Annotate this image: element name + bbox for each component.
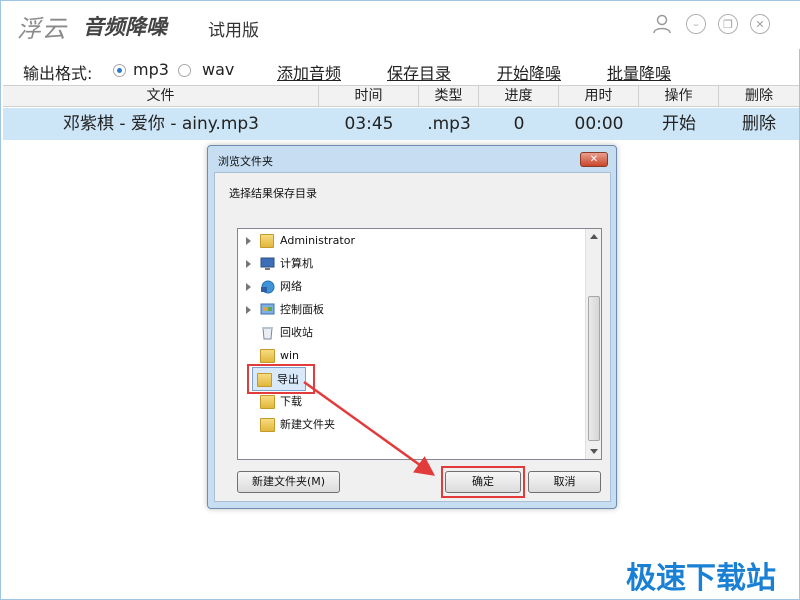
- watermark: 极速下载站: [626, 561, 776, 596]
- annotation-arrow: [303, 380, 436, 476]
